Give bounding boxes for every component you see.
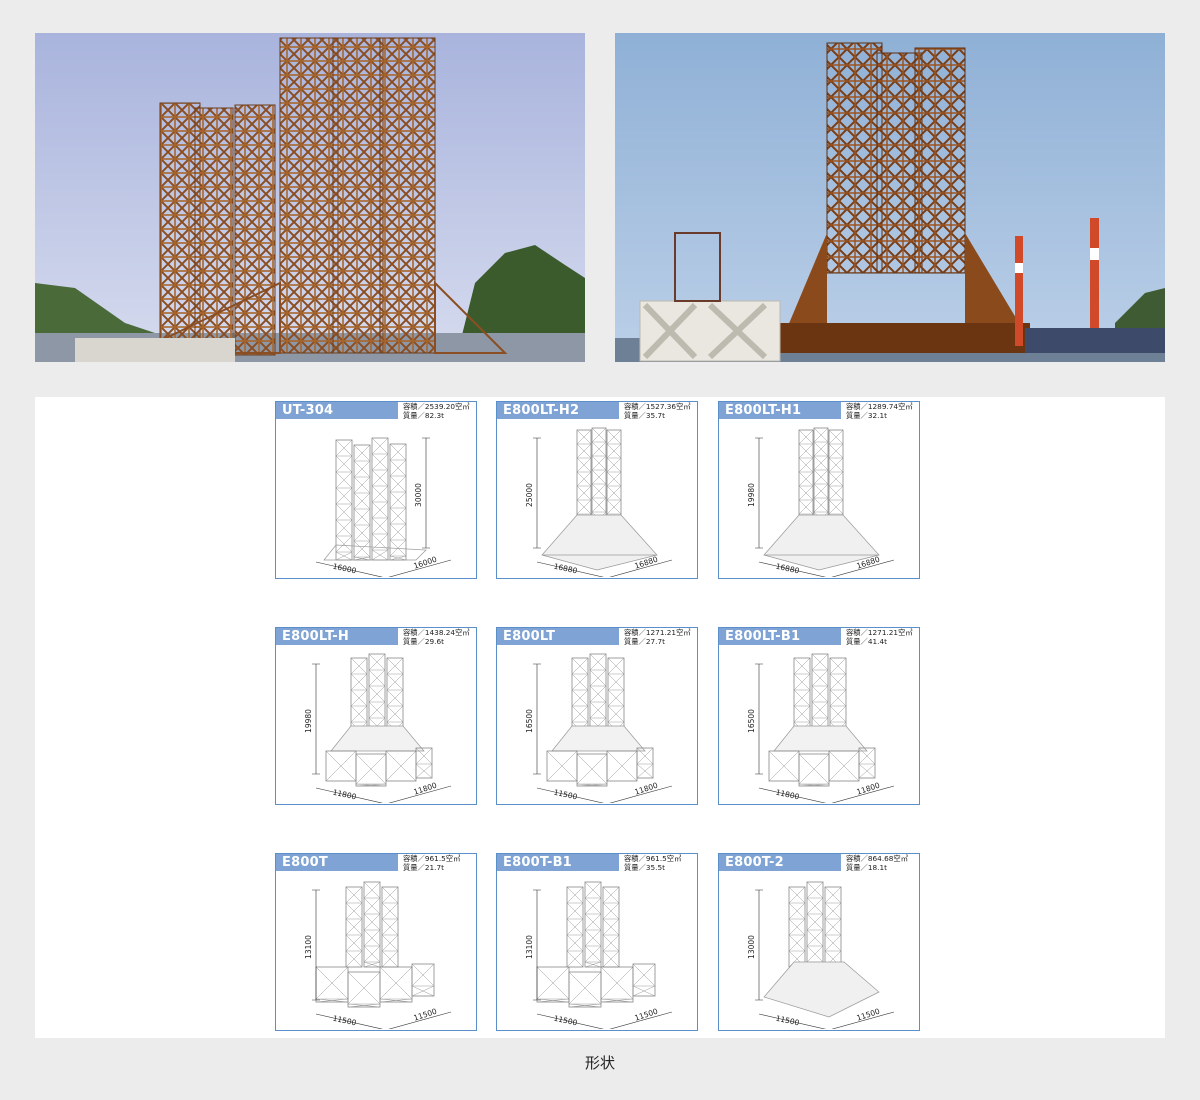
- model-card: E800T-2 容積／864.68空㎥ 質量／18.1t 13000 11500 1150…: [718, 853, 920, 1031]
- model-specs: 容積／1271.21空㎥ 質量／41.4t: [846, 628, 913, 646]
- structure-diagram: 2500016880 16880: [525, 427, 673, 577]
- model-card: E800LT-B1 容積／1271.21空㎥ 質量／41.4t 16500 11800 1…: [718, 627, 920, 805]
- model-volume: 容積／2539.20空㎥: [403, 402, 470, 411]
- model-volume: 容積／961.5空㎥: [624, 854, 682, 863]
- model-volume: 容積／1527.36空㎥: [624, 402, 691, 411]
- model-specs: 容積／961.5空㎥ 質量／21.7t: [403, 854, 460, 872]
- model-card: E800LT-H2 容積／1527.36空㎥ 質量／35.7t 25000 16880 1…: [496, 401, 698, 579]
- height-dimension: 19980: [747, 483, 756, 507]
- tower-photo-right: [615, 33, 1165, 362]
- model-specs: 容積／961.5空㎥ 質量／35.5t: [624, 854, 681, 872]
- depth-dimension: 11800: [855, 781, 881, 797]
- model-card-header: E800T-2 容積／864.68空㎥ 質量／18.1t: [719, 854, 918, 872]
- height-dimension: 13100: [304, 935, 313, 959]
- model-mass: 質量／27.7t: [624, 637, 665, 646]
- model-specs: 容積／1438.24空㎥ 質量／29.6t: [403, 628, 470, 646]
- model-name: E800T-2: [719, 854, 841, 871]
- model-name: E800LT-H1: [719, 402, 841, 419]
- model-card-header: E800LT 容積／1271.21空㎥ 質量／27.7t: [497, 628, 696, 646]
- model-mass: 質量／21.7t: [403, 863, 444, 872]
- model-card-header: E800LT-B1 容積／1271.21空㎥ 質量／41.4t: [719, 628, 918, 646]
- structure-diagram: 19980 11800 11800: [304, 653, 452, 803]
- model-card-header: E800T-B1 容積／961.5空㎥ 質量／35.5t: [497, 854, 696, 872]
- height-dimension: 13100: [525, 935, 534, 959]
- structure-diagram: 16500 11500 11800: [525, 653, 673, 803]
- structure-diagram: 13100 11500 11500: [304, 881, 452, 1029]
- width-dimension: 11500: [332, 1014, 357, 1028]
- height-dimension: 19980: [304, 709, 313, 733]
- width-dimension: 11500: [553, 1014, 578, 1028]
- model-volume: 容積／961.5空㎥: [403, 854, 461, 863]
- structure-drawing: [323, 437, 427, 561]
- structure-diagram: 16500 11800 11800: [747, 653, 895, 803]
- model-card-header: E800LT-H 容積／1438.24空㎥ 質量／29.6t: [276, 628, 475, 646]
- model-mass: 質量／41.4t: [846, 637, 887, 646]
- model-mass: 質量／18.1t: [846, 863, 887, 872]
- structure-drawing: [325, 653, 433, 787]
- model-name: E800T-B1: [497, 854, 619, 871]
- depth-dimension: 11500: [633, 1007, 659, 1023]
- model-name: UT-304: [276, 402, 398, 419]
- model-volume: 容積／1271.21空㎥: [846, 628, 913, 637]
- model-specs: 容積／1271.21空㎥ 質量／27.7t: [624, 628, 691, 646]
- structure-diagram: 13000 11500 11500: [747, 881, 895, 1029]
- depth-dimension: 11500: [855, 1007, 881, 1023]
- structure-drawing: [763, 881, 880, 1018]
- structure-diagram: 13100 11500 11500: [525, 881, 673, 1029]
- model-card: E800LT-H1 容積／1289.74空㎥ 質量／32.1t 19980 16880 1…: [718, 401, 920, 579]
- height-dimension: 16500: [525, 709, 534, 733]
- height-dimension: 16500: [747, 709, 756, 733]
- model-name: E800T: [276, 854, 398, 871]
- model-mass: 質量／82.3t: [403, 411, 444, 420]
- model-card-header: E800T 容積／961.5空㎥ 質量／21.7t: [276, 854, 475, 872]
- structure-drawing: [315, 881, 435, 1008]
- model-card: E800T 容積／961.5空㎥ 質量／21.7t 13100 11500 11500: [275, 853, 477, 1031]
- width-dimension: 11500: [775, 1014, 800, 1028]
- model-mass: 質量／35.5t: [624, 863, 665, 872]
- model-volume: 容積／1289.74空㎥: [846, 402, 913, 411]
- model-card: UT-304 容積／2539.20空㎥ 質量／82.3t 30000 16000 1600…: [275, 401, 477, 579]
- model-volume: 容積／1438.24空㎥: [403, 628, 470, 637]
- width-dimension: 11800: [775, 788, 800, 802]
- model-name: E800LT: [497, 628, 619, 645]
- model-specs: 容積／1527.36空㎥ 質量／35.7t: [624, 402, 691, 420]
- structure-drawing: [546, 653, 654, 787]
- model-name: E800LT-B1: [719, 628, 841, 645]
- tower-photo-left: [35, 33, 585, 362]
- model-card-header: UT-304 容積／2539.20空㎥ 質量／82.3t: [276, 402, 475, 420]
- depth-dimension: 11800: [412, 781, 438, 797]
- width-dimension: 16000: [332, 562, 357, 576]
- model-mass: 質量／29.6t: [403, 637, 444, 646]
- model-name: E800LT-H2: [497, 402, 619, 419]
- structure-drawing: [541, 427, 658, 571]
- model-specs: 容積／2539.20空㎥ 質量／82.3t: [403, 402, 470, 420]
- depth-dimension: 11800: [633, 781, 659, 797]
- structure-drawing: [768, 653, 876, 787]
- model-card: E800LT-H 容積／1438.24空㎥ 質量／29.6t 19980 11800 11…: [275, 627, 477, 805]
- depth-dimension: 16000: [412, 555, 438, 571]
- figure-caption: 形状: [584, 1054, 615, 1072]
- depth-dimension: 11500: [412, 1007, 438, 1023]
- model-volume: 容積／1271.21空㎥: [624, 628, 691, 637]
- model-mass: 質量／35.7t: [624, 411, 665, 420]
- width-dimension: 11500: [553, 788, 578, 802]
- structure-drawing: [763, 427, 880, 571]
- height-dimension: 30000: [414, 483, 423, 507]
- structure-diagram: 1998016880 16880: [747, 427, 895, 577]
- model-name: E800LT-H: [276, 628, 398, 645]
- model-specs: 容積／1289.74空㎥ 質量／32.1t: [846, 402, 913, 420]
- structure-diagram: 30000 16000 16000: [315, 437, 452, 577]
- width-dimension: 11800: [332, 788, 357, 802]
- model-card-header: E800LT-H2 容積／1527.36空㎥ 質量／35.7t: [497, 402, 696, 420]
- model-card: E800LT 容積／1271.21空㎥ 質量／27.7t 16500 11500 1180…: [496, 627, 698, 805]
- height-dimension: 13000: [747, 935, 756, 959]
- model-specs: 容積／864.68空㎥ 質量／18.1t: [846, 854, 908, 872]
- model-card: E800T-B1 容積／961.5空㎥ 質量／35.5t 13100 11500 1150…: [496, 853, 698, 1031]
- height-dimension: 25000: [525, 483, 534, 507]
- model-volume: 容積／864.68空㎥: [846, 854, 909, 863]
- structure-drawing: [536, 881, 656, 1008]
- model-mass: 質量／32.1t: [846, 411, 887, 420]
- model-card-header: E800LT-H1 容積／1289.74空㎥ 質量／32.1t: [719, 402, 918, 420]
